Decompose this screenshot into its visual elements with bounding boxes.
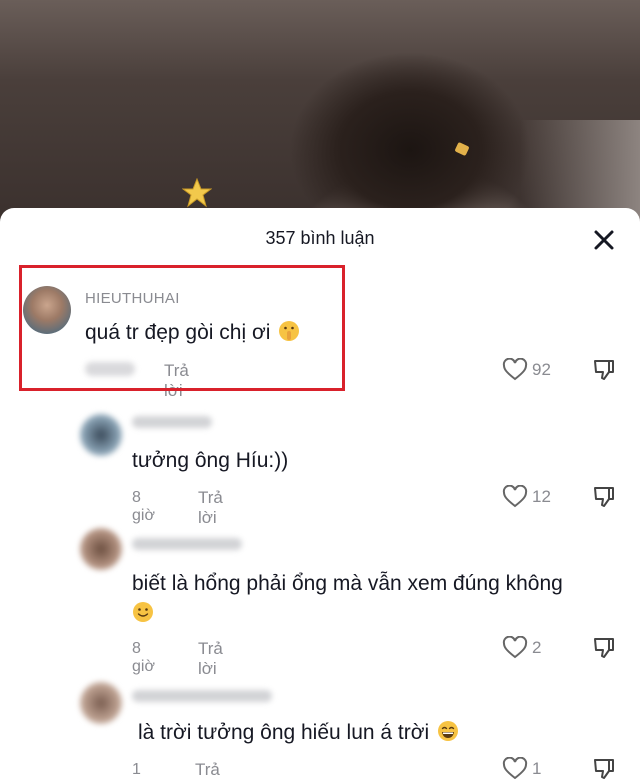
comments-header: 357 bình luận <box>0 208 640 268</box>
avatar[interactable] <box>80 528 122 570</box>
reply-button[interactable]: Trả lời <box>198 488 223 528</box>
close-icon[interactable] <box>590 226 618 254</box>
comment-text: tưởng ông Híu:)) <box>132 449 289 472</box>
comment-timestamp: 8 giờ <box>132 640 155 675</box>
comment-count: 357 bình luận <box>265 228 375 248</box>
avatar[interactable] <box>80 414 122 456</box>
like-count: 2 <box>532 638 542 657</box>
comment-timestamp: 1 giờ <box>132 761 141 778</box>
comment-username[interactable] <box>132 538 242 550</box>
comment-text: là trời tưởng ông hiếu lun á trời <box>138 720 459 745</box>
dislike-icon[interactable] <box>592 636 616 660</box>
highlight-box <box>19 265 345 391</box>
comment-text-content: là trời tưởng ông hiếu lun á trời <box>138 721 430 744</box>
heart-icon <box>502 757 528 779</box>
comment-timestamp: 8 giờ <box>132 489 155 524</box>
comment-username[interactable] <box>132 690 272 702</box>
hair-clip <box>454 141 470 157</box>
like-button[interactable]: 92 <box>502 358 551 382</box>
dislike-icon[interactable] <box>592 757 616 779</box>
comment-text: biết là hổng phải ổng mà vẫn xem đúng kh… <box>132 569 622 623</box>
like-button[interactable]: 1 <box>502 757 541 779</box>
reply-button[interactable]: Trả lời <box>195 760 220 779</box>
avatar[interactable] <box>80 682 122 724</box>
slightly-smiling-face-icon <box>133 602 153 622</box>
heart-icon <box>502 358 528 381</box>
like-button[interactable]: 2 <box>502 636 541 660</box>
dislike-icon[interactable] <box>592 485 616 509</box>
like-count: 1 <box>532 759 542 778</box>
comment-username[interactable] <box>132 416 212 428</box>
heart-icon <box>502 636 528 659</box>
star-hair-clip-icon <box>182 178 212 208</box>
heart-icon <box>502 485 528 508</box>
comment-text-content: biết là hổng phải ổng mà vẫn xem đúng kh… <box>132 572 563 595</box>
like-button[interactable]: 12 <box>502 485 551 509</box>
like-count: 92 <box>532 360 551 379</box>
video-background <box>0 0 640 230</box>
grinning-face-icon <box>438 721 459 741</box>
reply-button[interactable]: Trả lời <box>198 639 223 679</box>
dislike-icon[interactable] <box>592 358 616 382</box>
comments-sheet: 357 bình luận HIEUTHUHAI quá tr đẹp gòi … <box>0 208 640 779</box>
like-count: 12 <box>532 487 551 506</box>
